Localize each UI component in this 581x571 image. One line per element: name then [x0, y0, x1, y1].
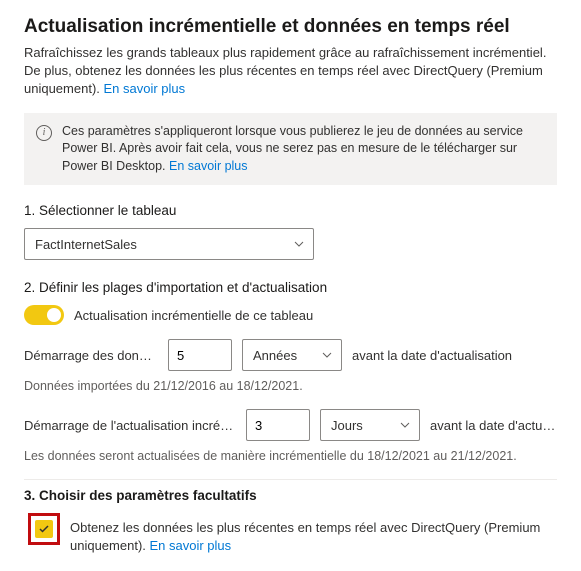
chevron-down-icon — [321, 349, 333, 361]
learn-more-link-info[interactable]: En savoir plus — [169, 159, 248, 173]
incremental-toggle[interactable] — [24, 305, 64, 325]
incremental-value-input[interactable] — [246, 409, 310, 441]
incremental-unit-value: Jours — [331, 418, 363, 433]
archive-label: Démarrage des données — [24, 348, 158, 363]
archive-value-input[interactable] — [168, 339, 232, 371]
table-select-value: FactInternetSales — [35, 237, 137, 252]
step3-section: 3. Choisir des paramètres facultatifs Ob… — [24, 479, 557, 555]
subtitle-text: Rafraîchissez les grands tableaux plus r… — [24, 45, 546, 96]
incremental-hint: Les données seront actualisées de manièr… — [24, 449, 557, 463]
step1-label: 1. Sélectionner le tableau — [24, 203, 557, 218]
learn-more-link-directquery[interactable]: En savoir plus — [150, 538, 232, 553]
directquery-text: Obtenez les données les plus récentes en… — [70, 520, 540, 553]
archive-row: Démarrage des données Années avant la da… — [24, 339, 557, 371]
info-text-wrap: Ces paramètres s'appliqueront lorsque vo… — [62, 123, 545, 176]
archive-unit-select[interactable]: Années — [242, 339, 342, 371]
directquery-row: Obtenez les données les plus récentes en… — [24, 513, 557, 555]
chevron-down-icon — [399, 419, 411, 431]
learn-more-link-header[interactable]: En savoir plus — [104, 81, 186, 96]
page-subtitle: Rafraîchissez les grands tableaux plus r… — [24, 44, 557, 99]
archive-suffix: avant la date d'actualisation — [352, 348, 557, 363]
archive-unit-value: Années — [253, 348, 297, 363]
incremental-label: Démarrage de l'actualisation incrémentie… — [24, 418, 236, 433]
info-banner: i Ces paramètres s'appliqueront lorsque … — [24, 113, 557, 186]
toggle-label: Actualisation incrémentielle de ce table… — [74, 308, 313, 323]
directquery-text-wrap: Obtenez les données les plus récentes en… — [70, 513, 557, 555]
table-select[interactable]: FactInternetSales — [24, 228, 314, 260]
toggle-row: Actualisation incrémentielle de ce table… — [24, 305, 557, 325]
info-icon: i — [36, 125, 52, 141]
incremental-suffix: avant la date d'actualisation — [430, 418, 557, 433]
step3-label: 3. Choisir des paramètres facultatifs — [24, 488, 557, 503]
page-title: Actualisation incrémentielle et données … — [24, 16, 557, 38]
checkbox-highlight — [28, 513, 60, 545]
archive-hint: Données importées du 21/12/2016 au 18/12… — [24, 379, 557, 393]
info-text: Ces paramètres s'appliqueront lorsque vo… — [62, 124, 523, 173]
chevron-down-icon — [293, 238, 305, 250]
step2-label: 2. Définir les plages d'importation et d… — [24, 280, 557, 295]
incremental-unit-select[interactable]: Jours — [320, 409, 420, 441]
incremental-row: Démarrage de l'actualisation incrémentie… — [24, 409, 557, 441]
